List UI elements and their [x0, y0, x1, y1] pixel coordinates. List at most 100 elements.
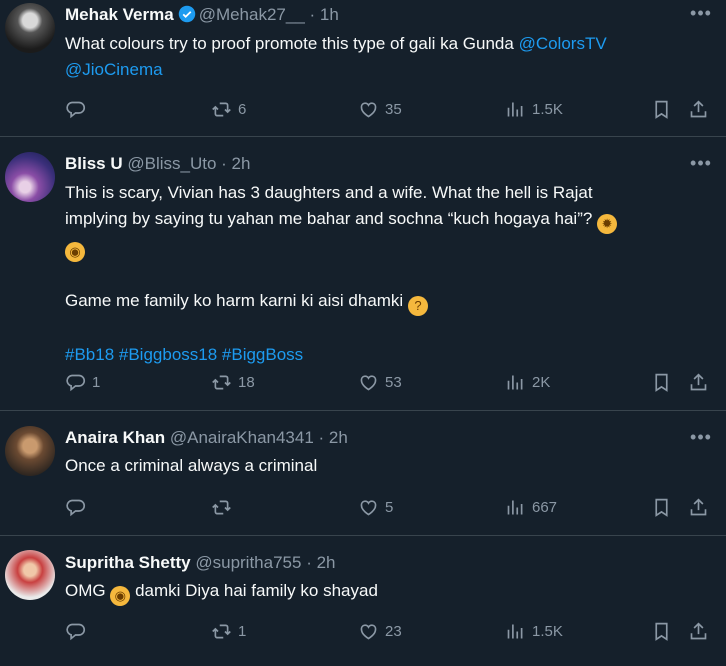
bookmark-icon — [651, 99, 672, 120]
tweet-item[interactable]: Bliss U @Bliss_Uto · 2h ••• This is scar… — [0, 137, 726, 411]
views-icon — [505, 621, 526, 642]
share-icon — [688, 497, 709, 518]
tweet-feed: Mehak Verma @Mehak27__ · 1h ••• What colo… — [0, 0, 726, 666]
share-icon — [688, 621, 709, 642]
tweet-actions: 6 35 1.5K — [65, 96, 716, 122]
share-button[interactable] — [688, 494, 709, 520]
share-icon — [688, 99, 709, 120]
tweet-text-part: damki Diya hai family ko shayad — [135, 581, 378, 600]
like-button[interactable]: 23 — [358, 618, 402, 644]
more-icon[interactable]: ••• — [690, 428, 712, 450]
reply-icon — [65, 99, 86, 120]
bookmark-button[interactable] — [651, 494, 672, 520]
retweet-icon — [211, 99, 232, 120]
views-icon — [505, 99, 526, 120]
tweet-item[interactable]: Supritha Shetty @supritha755 · 2h OMG ◉ … — [0, 536, 726, 666]
retweet-count: 1 — [238, 622, 247, 640]
like-button[interactable]: 5 — [358, 494, 393, 520]
timestamp[interactable]: · 1h — [310, 5, 339, 24]
retweet-button[interactable]: 18 — [211, 369, 255, 395]
heart-icon — [358, 497, 379, 518]
thinking-face-emoji-icon: ? — [407, 296, 428, 316]
retweet-icon — [211, 497, 232, 518]
timestamp[interactable]: · 2h — [221, 154, 250, 173]
share-button[interactable] — [688, 96, 709, 122]
retweet-icon — [211, 621, 232, 642]
bookmark-icon — [651, 621, 672, 642]
author-handle[interactable]: @Mehak27__ — [199, 5, 305, 24]
avatar[interactable] — [5, 550, 55, 600]
tweet-text: This is scary, Vivian has 3 daughters an… — [65, 180, 715, 368]
tweet-item[interactable]: Anaira Khan @AnairaKhan4341 · 2h ••• Onc… — [0, 411, 726, 536]
tweet-actions: 1 23 1.5K — [65, 618, 716, 644]
heart-icon — [358, 372, 379, 393]
author-handle[interactable]: @AnairaKhan4341 — [170, 428, 314, 447]
author-name[interactable]: Mehak Verma — [65, 5, 174, 24]
tweet-text: OMG ◉ damki Diya hai family ko shayad — [65, 578, 715, 606]
author-handle[interactable]: @Bliss_Uto — [127, 154, 216, 173]
avatar[interactable] — [5, 152, 55, 202]
more-icon[interactable]: ••• — [690, 4, 712, 26]
views-count: 2K — [532, 373, 551, 391]
tweet-text-part: What colours try to proof promote this t… — [65, 34, 519, 53]
exploding-head-emoji-icon: ✹ — [597, 214, 618, 234]
hashtag-links[interactable]: #Bb18 #Biggboss18 #BiggBoss — [65, 345, 303, 364]
bookmark-icon — [651, 497, 672, 518]
more-icon[interactable]: ••• — [690, 154, 712, 176]
bookmark-icon — [651, 372, 672, 393]
author-name[interactable]: Supritha Shetty — [65, 553, 191, 572]
verified-badge-icon — [178, 5, 195, 23]
mention-link[interactable]: @JioCinema — [65, 60, 163, 79]
views-icon — [505, 372, 526, 393]
retweet-button[interactable] — [211, 494, 238, 520]
bookmark-button[interactable] — [651, 96, 672, 122]
tweet-text: What colours try to proof promote this t… — [65, 31, 715, 83]
views-button[interactable]: 1.5K — [505, 96, 563, 122]
views-button[interactable]: 1.5K — [505, 618, 563, 644]
mention-link[interactable]: @ColorsTV — [519, 34, 607, 53]
views-button[interactable]: 667 — [505, 494, 557, 520]
reply-button[interactable] — [65, 494, 92, 520]
avatar[interactable] — [5, 3, 55, 53]
heart-icon — [358, 621, 379, 642]
heart-icon — [358, 99, 379, 120]
like-button[interactable]: 35 — [358, 96, 402, 122]
share-button[interactable] — [688, 618, 709, 644]
author-handle[interactable]: @supritha755 — [195, 553, 301, 572]
tweet-actions: 1 18 53 2K — [65, 369, 716, 395]
retweet-count: 18 — [238, 373, 255, 391]
tweet-item[interactable]: Mehak Verma @Mehak27__ · 1h ••• What colo… — [0, 0, 726, 137]
like-count: 23 — [385, 622, 402, 640]
share-icon — [688, 372, 709, 393]
views-icon — [505, 497, 526, 518]
author-name[interactable]: Bliss U — [65, 154, 123, 173]
retweet-icon — [211, 372, 232, 393]
share-button[interactable] — [688, 369, 709, 395]
reply-button[interactable]: 1 — [65, 369, 100, 395]
reply-icon — [65, 621, 86, 642]
reply-button[interactable] — [65, 96, 92, 122]
bookmark-button[interactable] — [651, 618, 672, 644]
tweet-actions: 5 667 — [65, 494, 716, 520]
tweet-text: Once a criminal always a criminal — [65, 456, 318, 475]
views-count: 1.5K — [532, 622, 563, 640]
views-count: 1.5K — [532, 100, 563, 118]
reply-button[interactable] — [65, 618, 92, 644]
retweet-button[interactable]: 1 — [211, 618, 246, 644]
tweet-line: Game me family ko harm karni ki aisi dha… — [65, 291, 404, 310]
reply-count: 1 — [92, 373, 101, 391]
like-count: 5 — [385, 498, 394, 516]
like-button[interactable]: 53 — [358, 369, 402, 395]
views-count: 667 — [532, 498, 558, 516]
author-name[interactable]: Anaira Khan — [65, 428, 165, 447]
avatar[interactable] — [5, 426, 55, 476]
timestamp[interactable]: · 2h — [319, 428, 348, 447]
reply-icon — [65, 372, 86, 393]
bookmark-button[interactable] — [651, 369, 672, 395]
retweet-button[interactable]: 6 — [211, 96, 246, 122]
flushed-face-emoji-icon: ◉ — [110, 586, 131, 606]
timestamp[interactable]: · 2h — [306, 553, 335, 572]
tweet-line: implying by saying tu yahan me bahar and… — [65, 209, 593, 228]
flushed-face-emoji-icon: ◉ — [65, 242, 85, 262]
views-button[interactable]: 2K — [505, 369, 550, 395]
